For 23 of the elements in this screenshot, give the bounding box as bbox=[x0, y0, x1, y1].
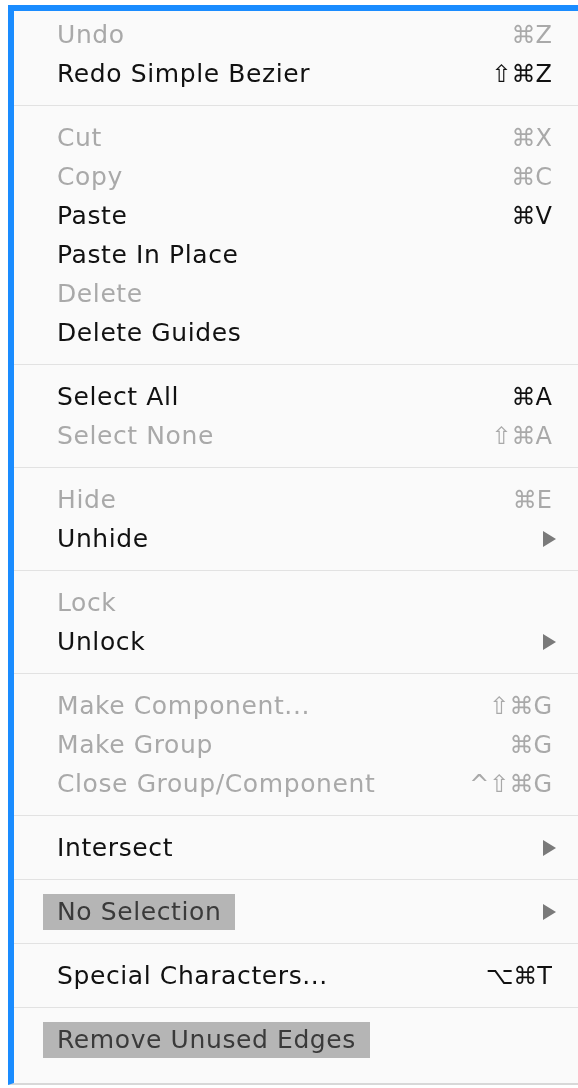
shortcut-label: ⌘E bbox=[512, 485, 552, 514]
menu-item[interactable]: Unhide bbox=[43, 520, 163, 557]
shortcut-label: ⌘A bbox=[511, 382, 552, 411]
shortcut-label: ⌘V bbox=[511, 201, 552, 230]
menu-item[interactable]: Intersect bbox=[43, 829, 188, 866]
shortcut-label: ⇧⌘A bbox=[491, 421, 552, 450]
shortcut-label: ⇧⌘Z bbox=[491, 59, 552, 88]
menu-item[interactable]: No Selection bbox=[43, 893, 236, 930]
menu-item[interactable]: Unlock bbox=[43, 623, 160, 660]
shortcut-label: ⌥⌘T bbox=[485, 961, 552, 990]
menu-item[interactable]: Redo Simple Bezier bbox=[43, 55, 325, 92]
menu-item[interactable]: Paste bbox=[43, 197, 142, 234]
shortcut-label: ⌘G bbox=[509, 730, 552, 759]
shortcut-label: ⌘C bbox=[511, 162, 552, 191]
shortcut-label: ⌘X bbox=[511, 123, 552, 152]
shortcut-label: ⌘Z bbox=[511, 20, 552, 49]
menu-item[interactable]: Paste In Place bbox=[43, 236, 253, 273]
shortcut-label: ⇧⌘G bbox=[489, 691, 552, 720]
menu-item[interactable]: Special Characters... bbox=[43, 957, 342, 994]
shortcut-label: ^⇧⌘G bbox=[469, 769, 552, 798]
menu-item[interactable]: Select All bbox=[43, 378, 194, 415]
menu-item[interactable]: Delete Guides bbox=[43, 314, 256, 351]
menu-item[interactable]: Remove Unused Edges bbox=[43, 1021, 370, 1058]
